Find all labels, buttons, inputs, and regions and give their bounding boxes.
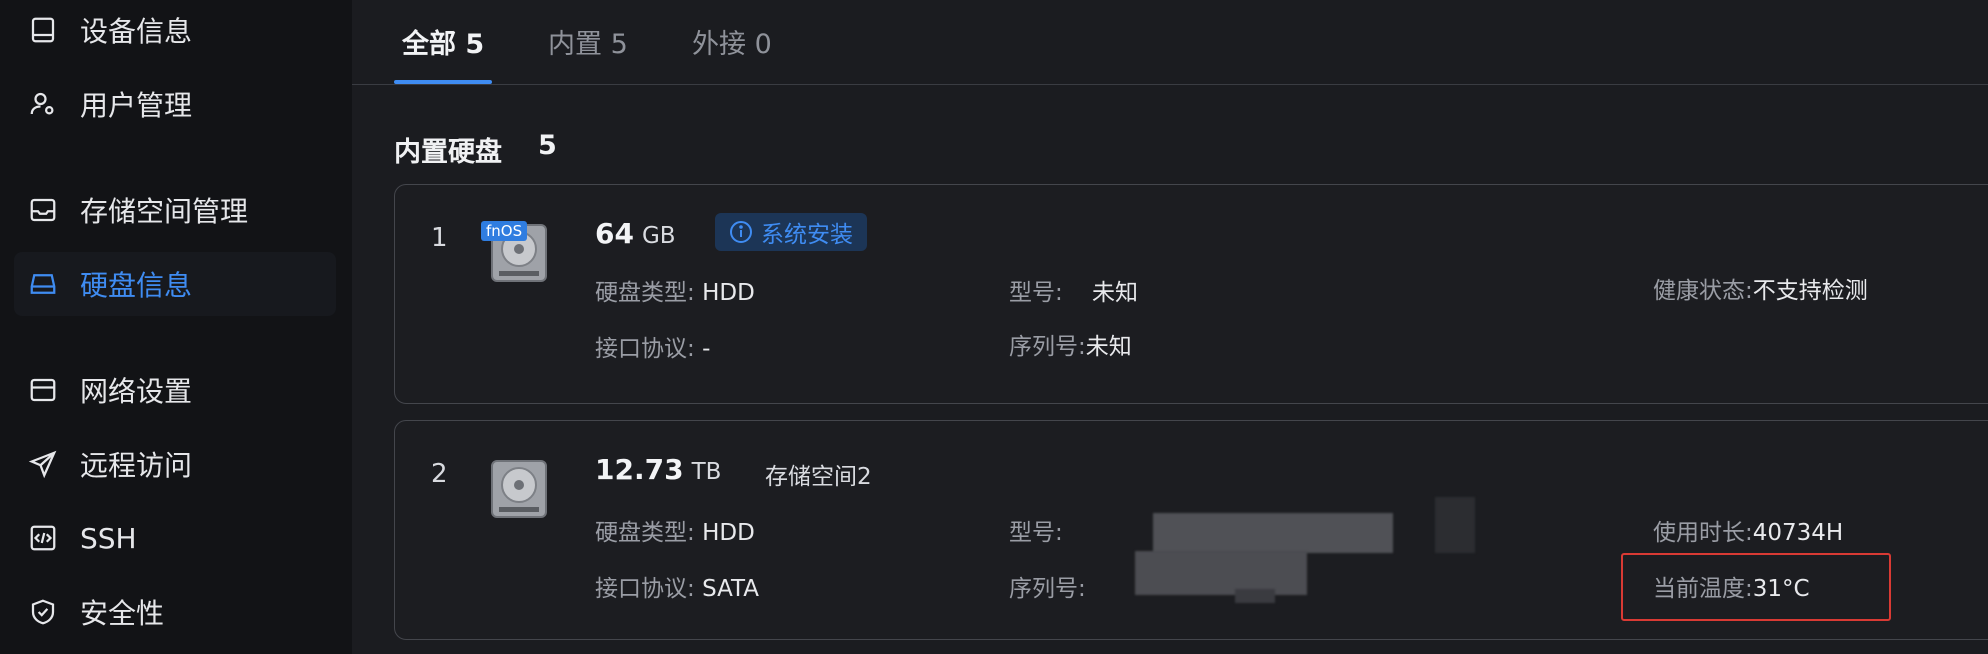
sidebar-item-device-info[interactable]: 设备信息 [14,0,336,62]
info-icon [730,221,752,243]
sidebar-item-ssh[interactable]: SSH [14,506,336,570]
sidebar-item-label: 远程访问 [80,449,193,482]
sidebar: 设备信息 用户管理 存储空间管理 硬盘信息 网络设置 远程访问 SSH 安全性 [0,0,352,654]
section-count: 5 [538,130,557,161]
disk-size-value: 64 [595,217,634,250]
disk-size-unit: TB [691,459,722,485]
system-install-badge: 系统安装 [715,213,867,251]
disk-interface-field: 接口协议: - [595,329,710,363]
badge-label: 系统安装 [761,222,853,248]
field-value: 40734H [1752,520,1844,546]
temperature-highlight [1621,553,1891,621]
disk-card-1[interactable]: 1 fnOS 64 GB 系统安装 硬盘类型: HDD 接口协议: - 型号: 未… [394,184,1988,404]
disk-health-field: 健康状态:不支持检测 [1653,271,1868,305]
sidebar-item-storage-management[interactable]: 存储空间管理 [14,178,336,242]
field-label: 接口协议: [595,336,695,362]
device-icon [26,13,60,47]
disk-serial-field: 序列号:未知 [1009,327,1132,361]
field-value: SATA [702,576,760,602]
main-content: 全部 5 内置 5 外接 0 内置硬盘 5 1 fnOS 64 GB 系统安装 硬… [352,0,1988,654]
field-value: - [702,336,711,362]
field-label: 序列号: [1009,576,1086,602]
disk-size: 12.73 TB [595,453,721,486]
disk-size-unit: GB [641,223,676,249]
disk-index: 2 [431,459,448,489]
disk-size-value: 12.73 [595,453,684,486]
tab-active-indicator [394,80,492,84]
field-value: 未知 [1092,280,1138,306]
field-label: 使用时长: [1653,520,1753,546]
sidebar-item-label: SSH [80,521,137,555]
user-settings-icon [26,87,60,121]
tab-external[interactable]: 外接 0 [692,14,772,68]
disk-card-2[interactable]: 2 12.73 TB 存储空间2 硬盘类型: HDD 接口协议: SATA 型号:… [394,420,1988,640]
serial-redacted [1135,551,1307,595]
field-value: 不支持检测 [1752,278,1868,304]
field-label: 硬盘类型: [595,520,695,546]
tab-internal[interactable]: 内置 5 [548,14,628,68]
sidebar-item-label: 安全性 [80,597,165,630]
send-icon [26,447,60,481]
sidebar-item-label: 存储空间管理 [80,195,249,228]
hard-disk-icon [26,267,60,301]
storage-pool-label: 存储空间2 [765,464,872,490]
network-icon [26,373,60,407]
disk-serial-field: 序列号: [1009,569,1086,603]
field-label: 硬盘类型: [595,280,695,306]
sidebar-item-remote-access[interactable]: 远程访问 [14,432,336,496]
fnos-badge: fnOS [481,221,528,241]
hard-disk-icon [489,457,549,521]
disk-model-field: 型号: [1009,513,1063,547]
disk-index: 1 [431,223,448,253]
sidebar-item-label: 硬盘信息 [80,269,193,302]
sidebar-item-security[interactable]: 安全性 [14,580,336,644]
sidebar-item-disk-info[interactable]: 硬盘信息 [14,252,336,316]
serial-redacted-tail [1235,589,1275,603]
sidebar-item-network-settings[interactable]: 网络设置 [14,358,336,422]
disk-type-field: 硬盘类型: HDD [595,273,755,307]
code-icon [26,521,60,555]
field-value: 未知 [1085,334,1132,360]
section-title: 内置硬盘 [394,137,502,168]
disk-size: 64 GB [595,217,676,250]
sidebar-item-label: 用户管理 [80,89,193,122]
sidebar-item-user-management[interactable]: 用户管理 [14,72,336,136]
disk-interface-field: 接口协议: SATA [595,569,759,603]
field-value: HDD [702,280,755,306]
redaction-block [1435,497,1475,553]
storage-icon [26,193,60,227]
disk-model-field: 型号: 未知 [1009,273,1138,307]
sidebar-item-label: 网络设置 [80,375,193,408]
model-redacted [1153,513,1393,553]
field-label: 接口协议: [595,576,695,602]
shield-icon [26,595,60,629]
field-label: 型号: [1009,520,1063,546]
sidebar-item-label: 设备信息 [80,15,193,48]
tab-all[interactable]: 全部 5 [402,14,484,68]
field-value: HDD [702,520,755,546]
tab-bar: 全部 5 内置 5 外接 0 [352,0,1988,85]
disk-type-field: 硬盘类型: HDD [595,513,755,547]
field-label: 型号: [1009,280,1063,306]
field-label: 健康状态: [1653,278,1753,304]
field-label: 序列号: [1009,334,1086,360]
disk-uptime-field: 使用时长:40734H [1653,513,1843,547]
